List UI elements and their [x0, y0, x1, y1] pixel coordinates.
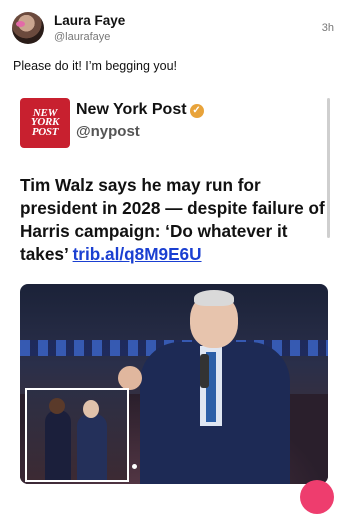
article-image[interactable] [20, 284, 328, 484]
post-text: Please do it! I’m begging you! [13, 59, 177, 73]
source-logo[interactable]: NEW YORK POST [20, 98, 70, 148]
inset-person-right-head [83, 400, 99, 418]
microphone [200, 354, 209, 388]
hair-bow-decoration [16, 21, 25, 27]
speaker-hair [194, 290, 234, 306]
inset-person-left [45, 410, 71, 480]
verified-badge-icon: ✓ [189, 104, 204, 118]
author-handle[interactable]: @laurafaye [54, 31, 110, 43]
quoted-headline: Tim Walz says he may run for president i… [20, 174, 326, 266]
inset-photo[interactable] [25, 388, 129, 482]
author-name[interactable]: Laura Faye [54, 13, 125, 28]
compose-fab-button[interactable] [300, 480, 334, 514]
inset-person-right [77, 414, 107, 480]
inset-person-left-head [49, 398, 65, 414]
avatar[interactable] [12, 12, 44, 44]
logo-line-3: POST [31, 125, 59, 138]
quoted-post[interactable]: NEW YORK POST New York Post ✓ @nypost Tim… [18, 90, 330, 500]
source-name-row[interactable]: New York Post ✓ [76, 101, 204, 119]
social-post: Laura Faye @laurafaye 3h Please do it! I… [0, 0, 348, 514]
carousel-dot[interactable] [132, 464, 137, 469]
source-handle[interactable]: @nypost [76, 123, 140, 140]
article-link[interactable]: trib.al/q8M9E6U [73, 244, 202, 264]
source-name: New York Post [76, 101, 187, 118]
scrollbar[interactable] [327, 98, 330, 238]
post-timestamp: 3h [321, 22, 334, 34]
speaker-fist [118, 366, 142, 390]
